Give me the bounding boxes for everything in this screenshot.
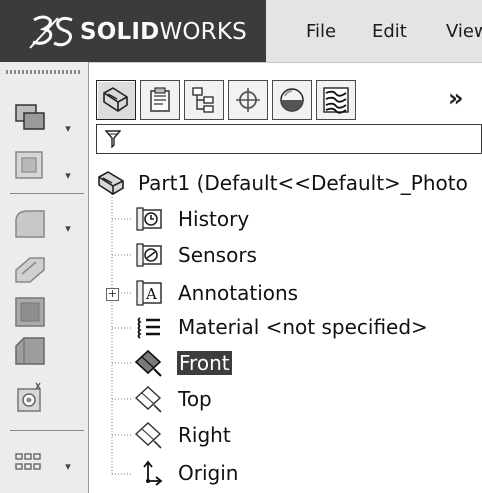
tree-label-top: Top bbox=[178, 387, 212, 411]
tree-label-material: Material <not specified> bbox=[178, 315, 428, 339]
chamfer-icon bbox=[15, 337, 45, 365]
toolbar-separator bbox=[10, 430, 84, 431]
rib-button[interactable] bbox=[12, 252, 52, 292]
extruded-boss-dropdown-icon[interactable]: ▾ bbox=[62, 123, 74, 135]
fillet-dropdown-icon[interactable]: ▾ bbox=[62, 223, 74, 235]
cam-tab[interactable] bbox=[316, 80, 356, 120]
feature-manager-tabs: » bbox=[96, 80, 482, 120]
feature-manager-tree: Part1 (Default<<Default>_Photo History S… bbox=[90, 160, 482, 493]
feature-filter-input[interactable] bbox=[96, 124, 482, 154]
tree-label-part1: Part1 (Default<<Default>_Photo bbox=[138, 171, 468, 195]
linear-pattern-icon bbox=[15, 453, 41, 470]
linear-pattern-button[interactable] bbox=[12, 444, 52, 484]
hole-wizard-icon bbox=[17, 382, 41, 412]
configuration-manager-icon bbox=[192, 87, 214, 113]
toolbar-separator bbox=[10, 193, 84, 194]
shell-button[interactable] bbox=[12, 294, 52, 334]
plane-icon bbox=[134, 385, 164, 413]
solidworks-logo[interactable]: SOLIDWORKS bbox=[0, 0, 266, 62]
property-manager-tab[interactable] bbox=[140, 80, 180, 120]
dimxpert-manager-icon bbox=[236, 88, 260, 112]
solidworks-window: SOLIDWORKS File Edit View ▾ ▾ ▾ ▾ » Part… bbox=[0, 0, 482, 493]
chamfer-button[interactable] bbox=[12, 334, 52, 374]
tree-item-part1[interactable]: Part1 (Default<<Default>_Photo bbox=[90, 166, 482, 200]
filter-icon bbox=[105, 130, 121, 148]
material-icon bbox=[134, 313, 164, 341]
shell-icon bbox=[15, 297, 45, 327]
svg-text:A: A bbox=[145, 285, 157, 303]
origin-icon bbox=[134, 459, 164, 487]
tree-item-front-plane[interactable]: Front bbox=[90, 346, 482, 380]
plane-icon bbox=[134, 421, 164, 449]
display-manager-icon bbox=[280, 88, 304, 112]
tree-item-right-plane[interactable]: Right bbox=[90, 418, 482, 452]
expand-annotations-icon[interactable]: + bbox=[106, 288, 119, 301]
tree-item-sensors[interactable]: Sensors bbox=[90, 238, 482, 272]
extruded-cut-icon bbox=[15, 151, 43, 179]
fillet-icon bbox=[15, 210, 45, 238]
tree-item-material[interactable]: Material <not specified> bbox=[90, 310, 482, 344]
extruded-boss-button[interactable] bbox=[12, 97, 52, 137]
tree-item-top-plane[interactable]: Top bbox=[90, 382, 482, 416]
brand-name: SOLIDWORKS bbox=[80, 19, 247, 45]
menu-view[interactable]: View bbox=[446, 21, 482, 42]
linear-pattern-dropdown-icon[interactable]: ▾ bbox=[62, 461, 74, 473]
annotations-icon: A bbox=[134, 279, 164, 307]
feature-tree-icon bbox=[103, 87, 128, 112]
tree-item-annotations[interactable]: + A Annotations bbox=[90, 276, 482, 310]
more-tabs-button[interactable]: » bbox=[448, 84, 464, 112]
tree-label-right: Right bbox=[178, 423, 231, 447]
plane-icon bbox=[134, 349, 164, 377]
tree-item-origin[interactable]: Origin bbox=[90, 456, 482, 490]
extruded-cut-dropdown-icon[interactable]: ▾ bbox=[62, 170, 74, 182]
rib-icon bbox=[15, 257, 45, 283]
title-menu-bar: SOLIDWORKS File Edit View bbox=[0, 0, 482, 63]
tree-label-front: Front bbox=[177, 351, 232, 375]
extruded-boss-icon bbox=[15, 104, 45, 130]
sensors-icon bbox=[134, 241, 164, 269]
feature-manager-tab[interactable] bbox=[96, 80, 136, 120]
dimxpert-manager-tab[interactable] bbox=[228, 80, 268, 120]
tree-label-history: History bbox=[178, 207, 250, 231]
menu-edit[interactable]: Edit bbox=[372, 21, 407, 42]
configuration-manager-tab[interactable] bbox=[184, 80, 224, 120]
menu-file[interactable]: File bbox=[306, 21, 336, 42]
history-icon bbox=[134, 205, 164, 233]
cam-icon bbox=[323, 87, 349, 114]
property-manager-icon bbox=[150, 87, 170, 112]
toolbar-grip[interactable] bbox=[6, 70, 82, 74]
tree-item-history[interactable]: History bbox=[90, 202, 482, 236]
3ds-logo-icon bbox=[29, 15, 73, 49]
display-manager-tab[interactable] bbox=[272, 80, 312, 120]
hole-wizard-button[interactable] bbox=[12, 379, 52, 419]
tree-label-sensors: Sensors bbox=[178, 243, 257, 267]
tree-label-origin: Origin bbox=[178, 461, 239, 485]
extruded-cut-button[interactable] bbox=[12, 148, 52, 188]
part-icon bbox=[96, 169, 126, 197]
command-toolbar: ▾ ▾ ▾ ▾ bbox=[0, 62, 89, 493]
fillet-button[interactable] bbox=[12, 207, 52, 247]
tree-label-annotations: Annotations bbox=[178, 281, 299, 305]
